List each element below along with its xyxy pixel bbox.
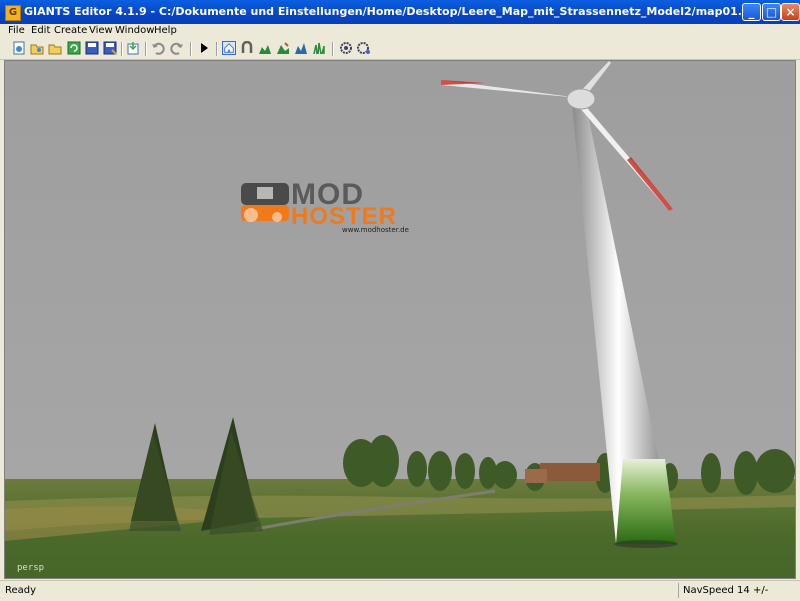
settings-icon[interactable] bbox=[339, 41, 353, 55]
menu-view[interactable]: View bbox=[89, 25, 113, 36]
status-divider bbox=[678, 583, 679, 598]
tractor-logo-icon bbox=[241, 183, 289, 222]
nav-speed-readout: NavSpeed 14 +/- bbox=[683, 585, 769, 596]
refresh-icon[interactable] bbox=[67, 41, 81, 55]
toolbar bbox=[0, 39, 800, 60]
window-title: GIANTS Editor 4.1.9 - C:/Dokumente und E… bbox=[24, 5, 762, 18]
toolbar-separator bbox=[121, 42, 123, 56]
settings-alt-icon[interactable] bbox=[357, 41, 371, 55]
play-icon[interactable] bbox=[197, 41, 211, 55]
3d-viewport[interactable]: MOD HOSTER www.modhoster.de persp bbox=[4, 60, 796, 579]
maximize-button[interactable]: □ bbox=[762, 3, 781, 21]
save-as-icon[interactable] bbox=[103, 41, 117, 55]
save-icon[interactable] bbox=[85, 41, 99, 55]
menu-help[interactable]: Help bbox=[154, 25, 177, 36]
redo-icon[interactable] bbox=[170, 41, 184, 55]
grass-icon[interactable] bbox=[312, 41, 326, 55]
camera-label: persp bbox=[17, 563, 45, 573]
toolbar-separator bbox=[332, 42, 334, 56]
toolbar-separator bbox=[216, 42, 218, 56]
foliage-icon[interactable] bbox=[294, 41, 308, 55]
modhoster-logo: MOD HOSTER www.modhoster.de bbox=[237, 178, 417, 238]
magnet-icon[interactable] bbox=[240, 41, 254, 55]
menu-bar: File Edit Create View Window Help bbox=[0, 24, 800, 39]
minimize-button[interactable]: _ bbox=[742, 3, 761, 21]
open-icon[interactable] bbox=[30, 41, 44, 55]
terrain-paint-icon[interactable] bbox=[276, 41, 290, 55]
close-button[interactable]: × bbox=[781, 3, 800, 21]
title-bar: G GIANTS Editor 4.1.9 - C:/Dokumente und… bbox=[0, 0, 800, 24]
menu-edit[interactable]: Edit bbox=[31, 25, 50, 36]
status-bar: Ready NavSpeed 14 +/- bbox=[0, 580, 800, 601]
status-text: Ready bbox=[5, 585, 37, 596]
open-folder-icon[interactable] bbox=[48, 41, 62, 55]
toolbar-separator bbox=[190, 42, 192, 56]
menu-file[interactable]: File bbox=[8, 25, 25, 36]
app-icon: G bbox=[5, 5, 21, 21]
terrain-sculpt-icon[interactable] bbox=[258, 41, 272, 55]
toolbar-separator bbox=[145, 42, 147, 56]
new-icon[interactable] bbox=[12, 41, 26, 55]
logo-url: www.modhoster.de bbox=[342, 226, 409, 234]
scene-render bbox=[5, 61, 795, 578]
home-icon[interactable] bbox=[222, 41, 236, 55]
menu-create[interactable]: Create bbox=[54, 25, 87, 36]
undo-icon[interactable] bbox=[151, 41, 165, 55]
menu-window[interactable]: Window bbox=[115, 25, 154, 36]
import-icon[interactable] bbox=[127, 41, 141, 55]
